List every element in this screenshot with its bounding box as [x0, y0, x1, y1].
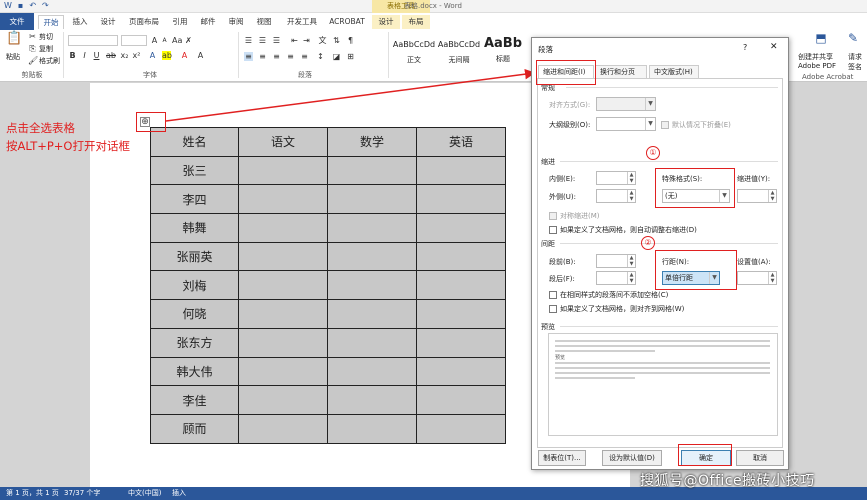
- mirror-indent-checkbox[interactable]: [549, 212, 557, 220]
- outline-level-label: 大纲级别(O):: [549, 121, 591, 129]
- insert-mode[interactable]: 插入: [172, 488, 186, 498]
- preview-line: [555, 362, 770, 364]
- before-label: 段前(B):: [549, 258, 576, 266]
- no-space-label: 在相同样式的段落间不添加空格(C): [560, 291, 669, 299]
- divider: [566, 87, 778, 88]
- page-count[interactable]: 第 1 页，共 1 页: [6, 488, 59, 498]
- spin-down-icon[interactable]: ▼: [627, 261, 635, 267]
- inside-label: 内侧(E):: [549, 175, 576, 183]
- set-default-button[interactable]: 设为默认值(D): [602, 450, 662, 466]
- space-before-spinner[interactable]: ▲ ▼: [596, 254, 636, 268]
- at-label: 设置值(A):: [737, 258, 771, 266]
- cancel-button[interactable]: 取消: [736, 450, 784, 466]
- spin-down-icon[interactable]: ▼: [627, 178, 635, 184]
- section-indent: 缩进: [541, 158, 555, 166]
- spin-down-icon[interactable]: ▼: [627, 196, 635, 202]
- after-label: 段后(F):: [549, 275, 575, 283]
- indent-by-label: 缩进值(Y):: [737, 175, 771, 183]
- watermark: 搜狐号@Office搬砖小技巧: [640, 473, 815, 489]
- arrow-to-dialog: [165, 68, 536, 122]
- divider: [560, 326, 778, 327]
- divider: [560, 161, 778, 162]
- auto-adjust-checkbox[interactable]: [549, 226, 557, 234]
- help-button[interactable]: ?: [743, 43, 747, 52]
- word-count[interactable]: 37/37 个字: [64, 488, 100, 498]
- step-1-marker: ①: [646, 146, 660, 160]
- snap-grid-checkbox[interactable]: [549, 305, 557, 313]
- divider: [560, 243, 778, 244]
- preview-line: [555, 350, 655, 352]
- indent-by-spinner[interactable]: ▲ ▼: [737, 189, 777, 203]
- tabs-button[interactable]: 制表位(T)...: [538, 450, 586, 466]
- outline-level-select[interactable]: ▼: [596, 117, 656, 131]
- preview-line: [555, 345, 770, 347]
- preview-line: [555, 340, 770, 342]
- annotation-box-tab: [536, 60, 596, 85]
- snap-grid-label: 如果定义了文档网格，则对齐到网格(W): [560, 305, 685, 313]
- at-spinner[interactable]: ▲ ▼: [737, 271, 777, 285]
- space-after-spinner[interactable]: ▲ ▼: [596, 271, 636, 285]
- outside-label: 外侧(U):: [549, 193, 576, 201]
- no-space-checkbox[interactable]: [549, 291, 557, 299]
- dialog-title: 段落: [538, 45, 553, 54]
- inside-indent-spinner[interactable]: ▲ ▼: [596, 171, 636, 185]
- auto-adjust-label: 如果定义了文档网格，则自动调整右缩进(D): [560, 226, 697, 234]
- preview-sample: 预览: [555, 355, 566, 361]
- language[interactable]: 中文(中国): [128, 488, 161, 498]
- paragraph-preview: 预览: [548, 333, 778, 436]
- spin-down-icon[interactable]: ▼: [768, 278, 776, 284]
- annotation-box-ok: [678, 444, 732, 466]
- annotation-box-special: [655, 168, 735, 208]
- spin-down-icon[interactable]: ▼: [768, 196, 776, 202]
- chevron-down-icon: ▼: [645, 118, 655, 130]
- step-2-marker: ②: [641, 236, 655, 250]
- mirror-indent-label: 对称缩进(M): [560, 212, 600, 220]
- preview-line: [555, 367, 770, 369]
- chevron-down-icon: ▼: [645, 98, 655, 110]
- tab-line-page-breaks[interactable]: 换行和分页(P): [595, 65, 647, 89]
- tab-asian-typography[interactable]: 中文版式(H): [649, 65, 699, 78]
- section-spacing: 间距: [541, 240, 555, 248]
- section-preview: 预览: [541, 323, 555, 331]
- alignment-label: 对齐方式(G):: [549, 101, 591, 109]
- close-icon[interactable]: ✕: [770, 42, 778, 52]
- outside-indent-spinner[interactable]: ▲ ▼: [596, 189, 636, 203]
- spin-down-icon[interactable]: ▼: [627, 278, 635, 284]
- preview-line: [555, 377, 635, 379]
- alignment-select[interactable]: ▼: [596, 97, 656, 111]
- collapse-checkbox[interactable]: [661, 121, 669, 129]
- annotation-box-line-spacing: [655, 250, 737, 290]
- preview-line: [555, 372, 770, 374]
- collapse-label: 默认情况下折叠(E): [672, 121, 731, 129]
